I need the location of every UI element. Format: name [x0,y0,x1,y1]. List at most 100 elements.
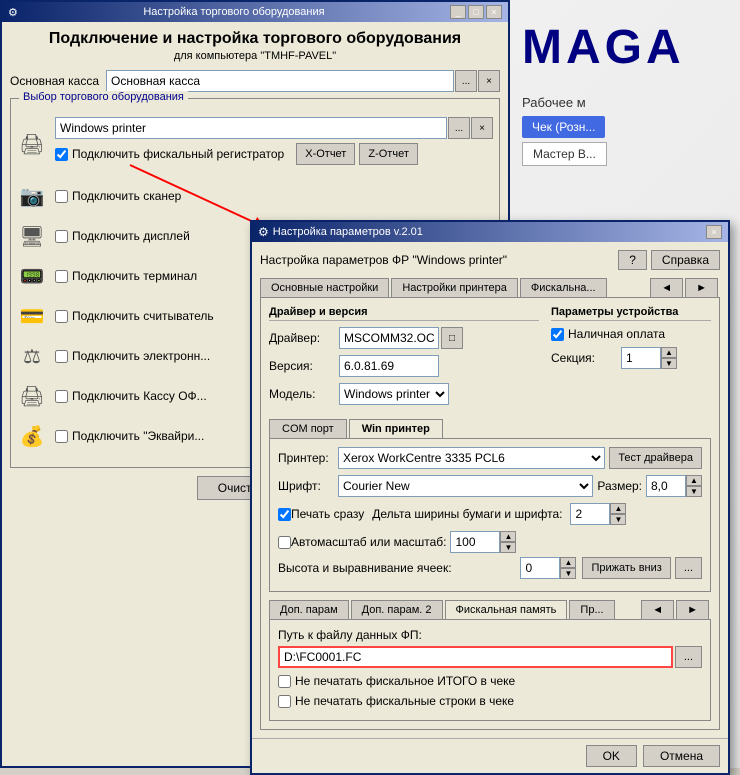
electronic-checkbox[interactable] [55,350,68,363]
equipment-clear-button[interactable]: × [471,117,493,139]
terminal-checkbox[interactable] [55,270,68,283]
delta-input[interactable] [570,503,610,525]
fiscal-checkbox-label: Подключить фискальный регистратор [72,147,284,161]
font-select[interactable]: Courier New [338,475,593,497]
scanner-checkbox[interactable] [55,190,68,203]
path-browse-button[interactable]: ... [675,646,702,668]
tab-content-area: Драйвер и версия Драйвер: □ Версия: Моде… [260,297,720,730]
align-dots-button[interactable]: ... [675,557,702,579]
tab-basic-settings[interactable]: Основные настройки [260,278,389,297]
delta-down-button[interactable]: ▼ [610,514,626,525]
close-button[interactable]: × [486,5,502,19]
test-driver-button[interactable]: Тест драйвера [609,447,702,469]
reader-icon: 💳 [17,301,47,331]
height-align-row: Высота и выравнивание ячеек: ▲ ▼ Прижать… [278,557,702,579]
height-up-button[interactable]: ▲ [560,557,576,568]
driver-input[interactable] [339,327,439,349]
kassa-field-row: Основная касса ... × [10,70,500,92]
dialog-titlebar: ⚙ Настройка параметров v.2.01 × [252,222,728,242]
kassa-label: Основная касса [10,74,100,88]
delta-up-button[interactable]: ▲ [610,503,626,514]
maximize-button[interactable]: □ [468,5,484,19]
scale-input[interactable] [450,531,500,553]
display-checkbox-area: Подключить дисплей [55,229,190,243]
scanner-label: Подключить сканер [72,189,181,203]
version-input[interactable] [339,355,439,377]
fiscal-memory-content: Путь к файлу данных ФП: ... Не печатать … [269,619,711,721]
scanner-checkbox-area: Подключить сканер [55,189,181,203]
section-input[interactable] [621,347,661,369]
brand-subtitle: Рабочее м [522,95,586,110]
font-size-input[interactable] [646,475,686,497]
subtab-win-printer[interactable]: Win принтер [349,419,443,438]
height-down-button[interactable]: ▼ [560,568,576,579]
reader-checkbox[interactable] [55,310,68,323]
tab-fiscal[interactable]: Фискальна... [520,278,607,297]
btab-prev-button[interactable]: ◄ [641,600,674,619]
size-down-button[interactable]: ▼ [686,486,702,497]
scanner-icon: 📷 [17,181,47,211]
bottom-tabs: Доп. парам Доп. парам. 2 Фискальная памя… [269,600,711,619]
btab-fiscal-memory[interactable]: Фискальная память [445,600,568,619]
section-up-button[interactable]: ▲ [661,347,677,358]
scanner-row: 📷 Подключить сканер [17,181,493,211]
scale-up-button[interactable]: ▲ [500,531,516,542]
no-fiscal-total-row: Не печатать фискальное ИТОГО в чеке [278,674,702,688]
printer-select[interactable]: Xerox WorkCentre 3335 PCL6 [338,447,605,469]
driver-browse-button[interactable]: □ [441,327,463,349]
version-field-row: Версия: [269,355,539,377]
tab-printer-settings[interactable]: Настройки принтера [391,278,518,297]
size-up-button[interactable]: ▲ [686,475,702,486]
kassa-clear-button[interactable]: × [478,70,500,92]
cancel-button[interactable]: Отмена [643,745,720,767]
reader-label: Подключить считыватель [72,309,214,323]
print-now-checkbox[interactable] [278,508,291,521]
btab-pr[interactable]: Пр... [569,600,614,619]
font-select-row: Шрифт: Courier New Размер: ▲ ▼ [278,475,702,497]
btab-extra-params[interactable]: Доп. парам [269,600,349,619]
path-row: ... [278,646,702,668]
model-select[interactable]: Windows printer [339,383,449,405]
electronic-label: Подключить электронн... [72,349,210,363]
equipment-input[interactable] [55,117,447,139]
no-fiscal-rows-label: Не печатать фискальные строки в чеке [295,694,514,708]
terminal-checkbox-area: Подключить терминал [55,269,197,283]
sub-tab-content: Принтер: Xerox WorkCentre 3335 PCL6 Тест… [269,438,711,592]
ok-button[interactable]: OK [586,745,637,767]
ekvair-checkbox[interactable] [55,430,68,443]
equipment-toolbar: Подключить фискальный регистратор X-Отче… [55,143,493,165]
equipment-input-row: 🖨 ... × Подключить фискальный регистрато… [17,117,493,171]
z-report-button[interactable]: Z-Отчет [359,143,418,165]
fiscal-checkbox[interactable] [55,148,68,161]
kassaof-checkbox[interactable] [55,390,68,403]
no-fiscal-rows-checkbox[interactable] [278,695,291,708]
help-icon-button[interactable]: ? [618,250,647,270]
driver-field-row: Драйвер: □ [269,327,539,349]
dialog-content: Настройка параметров ФР "Windows printer… [252,242,728,738]
kassa-input[interactable] [106,70,454,92]
tab-nav-prev[interactable]: ◄ [650,278,683,297]
no-fiscal-total-checkbox[interactable] [278,675,291,688]
dialog-header-row: Настройка параметров ФР "Windows printer… [260,250,720,270]
font-label: Шрифт: [278,479,338,493]
align-button[interactable]: Прижать вниз [582,557,670,579]
autoscale-checkbox[interactable] [278,536,291,549]
btab-extra-params2[interactable]: Доп. парам. 2 [351,600,443,619]
reader-checkbox-area: Подключить считыватель [55,309,214,323]
help-button[interactable]: Справка [651,250,720,270]
kassa-browse-button[interactable]: ... [455,70,477,92]
model-label: Модель: [269,387,339,401]
height-input[interactable] [520,557,560,579]
display-checkbox[interactable] [55,230,68,243]
tab-nav-next[interactable]: ► [685,278,718,297]
cash-payment-checkbox[interactable] [551,328,564,341]
subtab-com-port[interactable]: COM порт [269,419,347,438]
scale-down-button[interactable]: ▼ [500,542,516,553]
minimize-button[interactable]: _ [450,5,466,19]
x-report-button[interactable]: X-Отчет [296,143,355,165]
btab-next-button[interactable]: ► [676,600,709,619]
equipment-browse-button[interactable]: ... [448,117,470,139]
section-down-button[interactable]: ▼ [661,358,677,369]
path-input[interactable] [278,646,673,668]
dialog-close-button[interactable]: × [706,225,722,239]
